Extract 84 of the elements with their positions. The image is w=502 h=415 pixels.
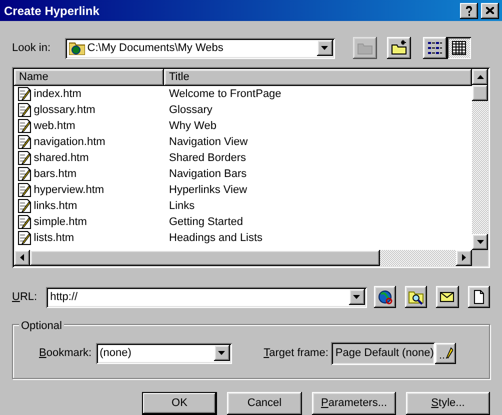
file-item[interactable]: links.htm bbox=[14, 198, 164, 214]
file-item[interactable]: simple.htm bbox=[14, 214, 164, 230]
close-icon bbox=[486, 7, 494, 14]
file-item[interactable]: index.htm bbox=[14, 86, 164, 102]
bookmark-dropdown[interactable]: (none) bbox=[96, 342, 232, 364]
url-label: URL: bbox=[12, 290, 38, 305]
details-button[interactable] bbox=[446, 37, 471, 60]
scroll-thumb[interactable] bbox=[472, 84, 488, 101]
dialog-button[interactable]: Style... bbox=[406, 392, 490, 415]
dialog-button[interactable]: OK bbox=[142, 392, 217, 415]
page-icon bbox=[18, 166, 31, 181]
bookmark-label: Bookmark: bbox=[39, 346, 92, 362]
scroll-up-button[interactable] bbox=[472, 68, 488, 85]
vertical-scrollbar[interactable] bbox=[472, 68, 488, 250]
folder-globe-icon bbox=[68, 41, 85, 56]
scroll-right-button[interactable] bbox=[456, 250, 472, 266]
look-in-label: Look in: bbox=[12, 40, 51, 56]
file-title: Navigation View bbox=[168, 134, 248, 150]
dialog-button[interactable]: Parameters... bbox=[312, 392, 396, 415]
down-arrow-icon bbox=[476, 240, 484, 244]
pencil-icon bbox=[438, 346, 453, 360]
file-title: Navigation Bars bbox=[168, 166, 247, 182]
file-title: Welcome to FrontPage bbox=[168, 86, 282, 102]
page-icon bbox=[18, 102, 31, 117]
page-icon bbox=[18, 230, 31, 245]
page-icon bbox=[18, 150, 31, 165]
dropdown-arrow-icon bbox=[321, 46, 328, 50]
target-frame-label: Target frame: bbox=[264, 346, 328, 362]
file-item[interactable]: lists.htm bbox=[14, 230, 164, 246]
window-title: Create Hyperlink bbox=[4, 2, 100, 20]
list-view-icon bbox=[426, 40, 443, 56]
dropdown-button[interactable] bbox=[348, 289, 365, 306]
dropdown-button[interactable] bbox=[316, 40, 333, 56]
left-arrow-icon bbox=[20, 254, 24, 261]
file-title: Hyperlinks View bbox=[168, 182, 248, 198]
target-frame-field[interactable]: Page Default (none) bbox=[331, 342, 436, 365]
page-icon bbox=[18, 182, 31, 197]
close-button[interactable] bbox=[481, 2, 499, 19]
column-header[interactable]: Title bbox=[164, 68, 472, 86]
new-folder-button[interactable] bbox=[386, 37, 411, 60]
file-item[interactable]: hyperview.htm bbox=[14, 182, 164, 198]
right-arrow-icon bbox=[462, 254, 466, 261]
dropdown-arrow-icon bbox=[353, 295, 360, 300]
page-icon bbox=[18, 86, 31, 101]
file-title: Links bbox=[168, 198, 195, 214]
column-header[interactable]: Name bbox=[14, 68, 164, 86]
new-folder-icon bbox=[390, 40, 407, 56]
file-title: Glossary bbox=[168, 102, 212, 118]
file-title: Shared Borders bbox=[168, 150, 246, 166]
scroll-corner bbox=[472, 250, 488, 266]
file-item[interactable]: bars.htm bbox=[14, 166, 164, 182]
look-in-dropdown[interactable]: C:\My Documents\My Webs bbox=[64, 38, 335, 59]
edit-button[interactable] bbox=[435, 342, 456, 364]
horizontal-scrollbar[interactable] bbox=[14, 250, 472, 266]
file-item[interactable]: shared.htm bbox=[14, 150, 164, 166]
folder-search-icon bbox=[408, 289, 424, 306]
details-view-icon bbox=[450, 40, 467, 56]
file-item[interactable]: web.htm bbox=[14, 118, 164, 134]
globe-search-icon bbox=[376, 289, 393, 306]
dropdown-button[interactable] bbox=[214, 345, 230, 362]
help-icon bbox=[465, 6, 474, 16]
file-button[interactable] bbox=[404, 286, 428, 308]
help-button[interactable] bbox=[460, 2, 478, 19]
look-in-value: C:\My Documents\My Webs bbox=[87, 40, 224, 56]
page-icon bbox=[18, 134, 31, 149]
scroll-thumb[interactable] bbox=[30, 250, 380, 266]
page-icon bbox=[18, 214, 31, 229]
page-icon bbox=[18, 118, 31, 133]
dropdown-arrow-icon bbox=[218, 351, 226, 356]
file-title: Why Web bbox=[168, 118, 216, 134]
up-arrow-icon bbox=[476, 74, 484, 79]
file-item[interactable]: navigation.htm bbox=[14, 134, 164, 150]
url-field[interactable]: http:// bbox=[46, 286, 367, 308]
new-page-button[interactable] bbox=[468, 286, 490, 308]
dialog-button[interactable]: Cancel bbox=[227, 392, 302, 415]
web-button[interactable] bbox=[374, 286, 396, 308]
page-icon bbox=[18, 198, 31, 213]
list-button[interactable] bbox=[422, 37, 447, 60]
file-item[interactable]: glossary.htm bbox=[14, 102, 164, 118]
scroll-left-button[interactable] bbox=[14, 250, 30, 266]
file-title: Headings and Lists bbox=[168, 230, 263, 246]
scroll-down-button[interactable] bbox=[472, 234, 488, 250]
email-button[interactable] bbox=[436, 286, 459, 308]
file-title: Getting Started bbox=[168, 214, 243, 230]
